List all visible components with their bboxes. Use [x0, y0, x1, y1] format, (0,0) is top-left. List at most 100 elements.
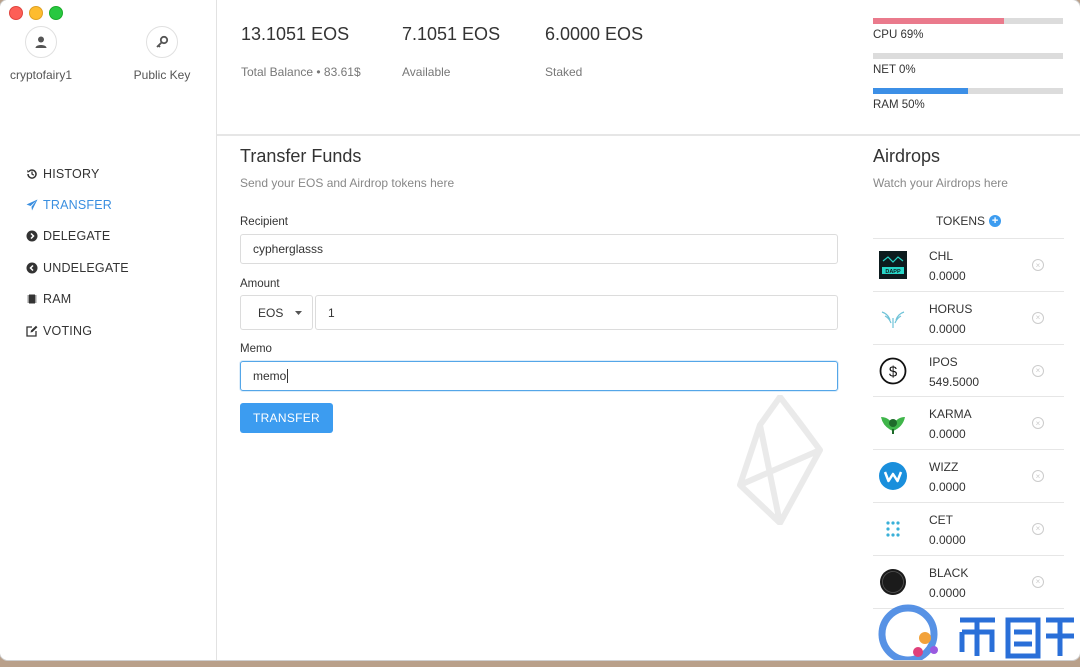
cpu-usage-bar	[873, 18, 1063, 24]
transfer-subtitle: Send your EOS and Airdrop tokens here	[240, 176, 455, 190]
public-key-button[interactable]: Public Key	[112, 26, 212, 82]
add-token-icon[interactable]: +	[989, 215, 1002, 227]
horus-logo-icon	[881, 311, 905, 328]
token-name: KARMA	[929, 407, 972, 422]
key-icon	[146, 26, 178, 58]
total-balance: 13.1051 EOS Total Balance • 83.61$	[241, 24, 361, 79]
transfer-panel: Transfer Funds Send your EOS and Airdrop…	[240, 146, 838, 190]
sidebar-nav: HISTORY TRANSFER DELEGATE UNDELEGATE RAM…	[26, 158, 129, 346]
available-balance: 7.1051 EOS Available	[402, 24, 500, 79]
window-close-button[interactable]	[9, 6, 23, 20]
arrow-left-circle-icon	[26, 262, 38, 274]
token-name: HORUS	[929, 301, 973, 316]
remove-token-icon[interactable]: ×	[1032, 522, 1044, 535]
nav-item-voting[interactable]: VOTING	[26, 315, 129, 346]
sidebar: cryptofairy1 Public Key HISTORY TRANSFER…	[0, 0, 217, 660]
window-maximize-button[interactable]	[49, 6, 63, 20]
nav-item-transfer[interactable]: TRANSFER	[26, 189, 129, 220]
arrow-right-circle-icon	[26, 230, 38, 242]
dollar-coin-icon: $	[879, 357, 907, 384]
net-usage-bar	[873, 53, 1063, 59]
nav-item-label: DELEGATE	[43, 229, 111, 244]
recipient-value: cypherglasss	[253, 242, 324, 256]
cpu-resource: CPU 69%	[873, 18, 1063, 41]
transfer-button[interactable]: TRANSFER	[240, 403, 333, 433]
available-balance-value: 7.1051 EOS	[402, 24, 501, 44]
token-row[interactable]: CET 0.0000 ×	[873, 503, 1064, 556]
token-amount: 0.0000	[929, 480, 966, 495]
nav-item-label: TRANSFER	[43, 198, 112, 213]
token-name: CHL	[929, 249, 954, 263]
available-balance-label: Available	[402, 65, 451, 79]
net-usage-label: NET 0%	[873, 64, 916, 76]
recipient-label: Recipient	[240, 216, 288, 228]
token-row[interactable]: KARMA 0.0000 ×	[873, 397, 1064, 451]
nav-item-label: HISTORY	[43, 166, 100, 181]
window-minimize-button[interactable]	[29, 6, 43, 20]
token-name: WIZZ	[929, 460, 959, 475]
memo-input[interactable]: memo	[240, 361, 838, 391]
black-coin-icon	[880, 568, 906, 595]
nav-item-delegate[interactable]: DELEGATE	[26, 221, 129, 252]
wizz-logo-icon	[879, 462, 907, 491]
token-row[interactable]: WIZZ 0.0000 ×	[873, 450, 1064, 503]
remove-token-icon[interactable]: ×	[1032, 575, 1044, 588]
airdrops-title: Airdrops	[873, 146, 941, 166]
account-name: cryptofairy1	[9, 68, 73, 82]
nav-item-label: UNDELEGATE	[43, 260, 129, 275]
chip-icon	[27, 294, 37, 304]
token-row[interactable]: HORUS 0.0000 ×	[873, 292, 1064, 345]
send-icon	[26, 199, 38, 211]
remove-token-icon[interactable]: ×	[1032, 364, 1044, 377]
staked-balance: 6.0000 EOS Staked	[545, 24, 643, 79]
recipient-input[interactable]: cypherglasss	[240, 234, 838, 264]
corner-logo-watermark	[878, 604, 1074, 660]
history-icon	[27, 169, 37, 179]
text-cursor	[287, 369, 289, 383]
ram-usage-bar	[873, 88, 1063, 94]
app-window: cryptofairy1 Public Key HISTORY TRANSFER…	[0, 0, 1080, 660]
nav-item-history[interactable]: HISTORY	[26, 158, 129, 189]
staked-balance-label: Staked	[545, 65, 583, 79]
nav-item-ram[interactable]: RAM	[26, 284, 129, 315]
token-row[interactable]: DAPP CHL 0.0000 ×	[873, 239, 1064, 292]
ram-usage-label: RAM 50%	[873, 99, 925, 111]
token-amount: 0.0000	[929, 427, 966, 442]
token-name: BLACK	[929, 565, 969, 580]
nav-item-label: VOTING	[43, 323, 93, 338]
staked-balance-value: 6.0000 EOS	[545, 24, 644, 44]
user-icon	[25, 26, 57, 58]
amount-label: Amount	[240, 278, 280, 290]
chl-dapp-logo-icon: DAPP	[879, 251, 907, 279]
ram-resource: RAM 50%	[873, 88, 1063, 111]
tokens-label: TOKENS	[935, 214, 986, 228]
memo-label: Memo	[240, 343, 272, 355]
transfer-title: Transfer Funds	[240, 146, 362, 166]
token-row[interactable]: $ IPOS 549.5000 ×	[873, 345, 1064, 398]
remove-token-icon[interactable]: ×	[1032, 259, 1044, 271]
token-amount: 0.0000	[929, 585, 966, 600]
token-name: IPOS	[929, 354, 958, 369]
window-controls	[9, 6, 63, 20]
memo-value: memo	[253, 369, 287, 383]
total-balance-value: 13.1051 EOS	[241, 24, 350, 44]
nav-item-label: RAM	[43, 292, 72, 307]
token-name: CET	[929, 512, 953, 527]
public-key-label: Public Key	[133, 68, 191, 82]
nav-item-undelegate[interactable]: UNDELEGATE	[26, 252, 129, 283]
remove-token-icon[interactable]: ×	[1032, 417, 1044, 430]
svg-text:$: $	[889, 363, 898, 380]
account-button[interactable]: cryptofairy1	[0, 26, 91, 82]
amount-input[interactable]: 1	[315, 295, 838, 330]
currency-value: EOS	[258, 305, 284, 320]
net-resource: NET 0%	[873, 53, 1063, 76]
airdrops-subtitle: Watch your Airdrops here	[873, 176, 1008, 190]
airdrops-panel: Airdrops Watch your Airdrops here	[873, 146, 1064, 190]
token-amount: 0.0000	[929, 321, 966, 336]
remove-token-icon[interactable]: ×	[1032, 470, 1044, 483]
remove-token-icon[interactable]: ×	[1032, 311, 1044, 324]
currency-select[interactable]: EOS	[240, 295, 313, 330]
edit-icon	[26, 325, 38, 337]
eos-logo-watermark	[737, 395, 823, 525]
karma-leaf-icon	[881, 417, 905, 435]
